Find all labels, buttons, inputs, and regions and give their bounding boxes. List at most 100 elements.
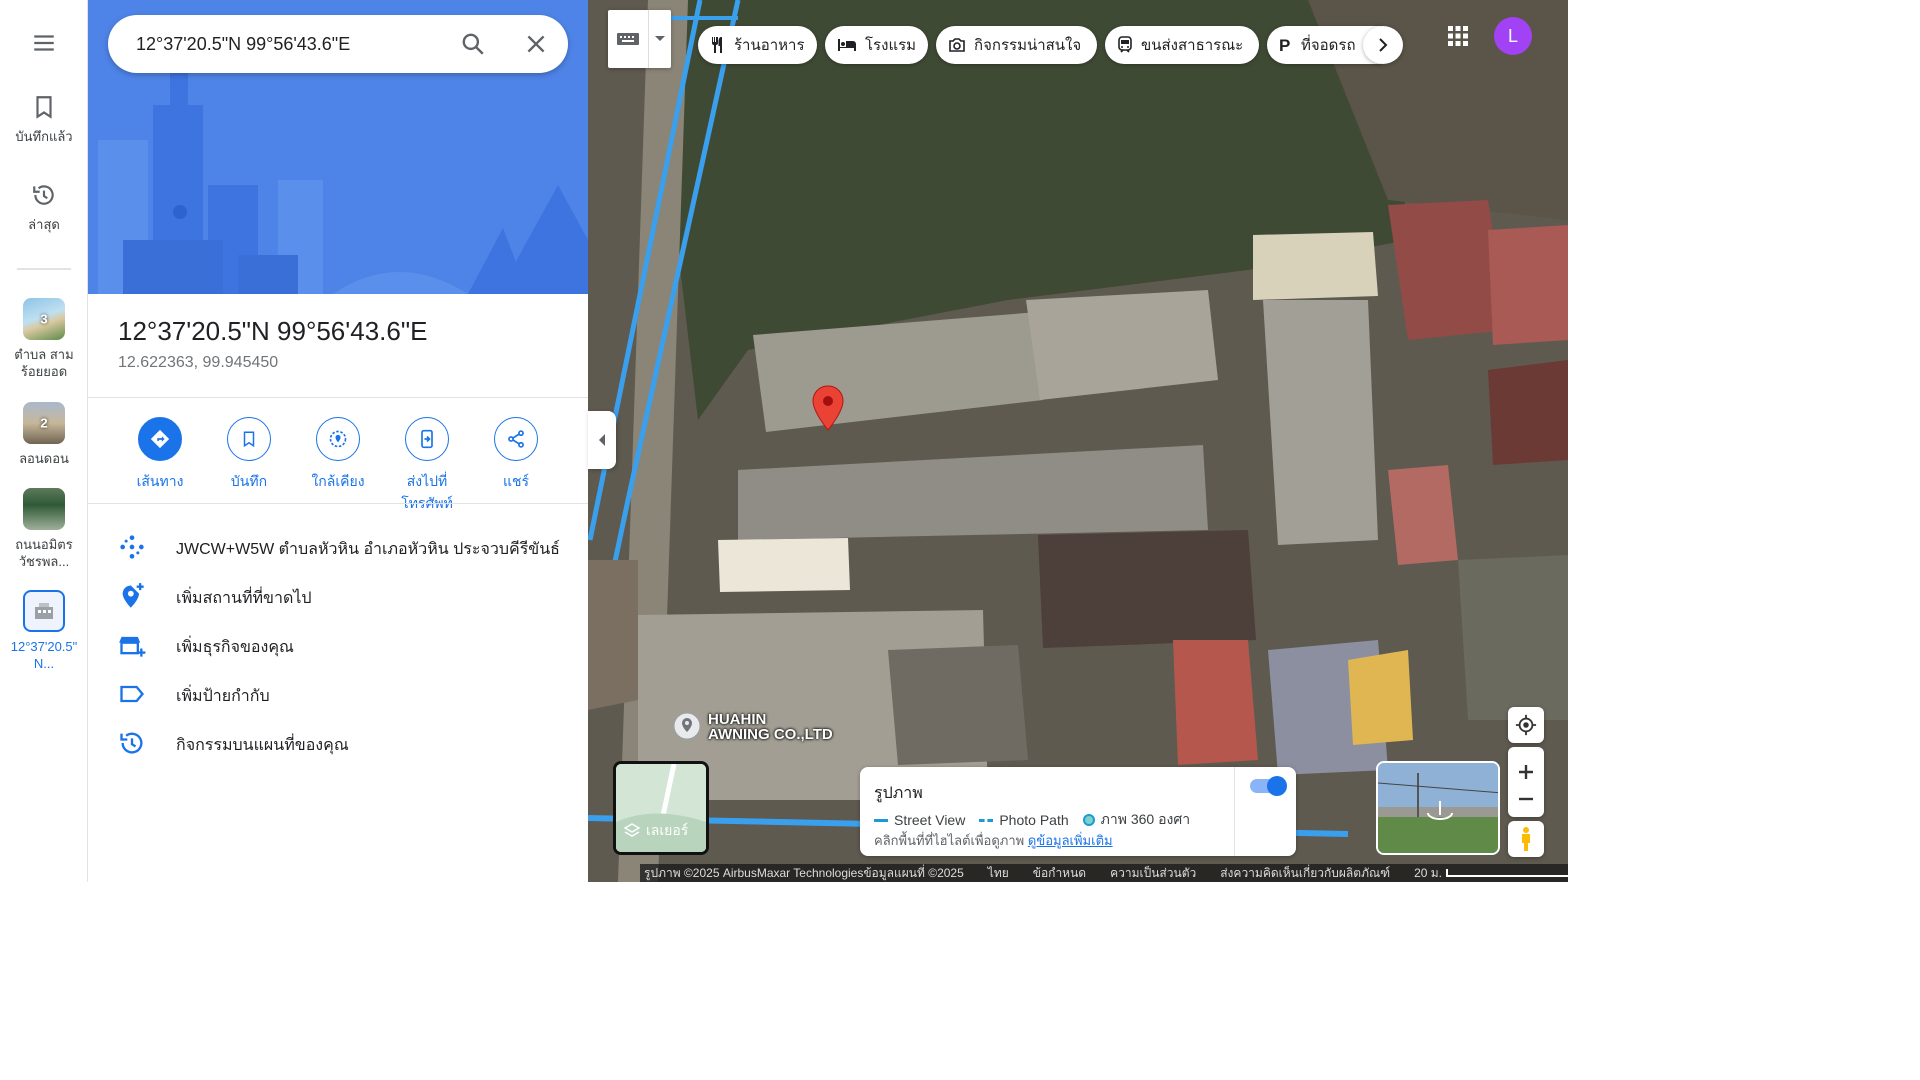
street-view-thumbnail[interactable] xyxy=(1376,761,1500,855)
chips-next-button[interactable] xyxy=(1363,26,1403,64)
history-label: ตำบล สาม ร้อยยอด xyxy=(14,347,74,379)
history-thumbnail xyxy=(23,488,65,530)
photos-layer-card: รูปภาพ Street View Photo Path ภาพ 360 อง… xyxy=(860,767,1296,856)
directions-button[interactable]: เส้นทาง xyxy=(115,417,205,493)
collapse-panel-button[interactable] xyxy=(588,411,616,469)
photos-card-title: รูปภาพ xyxy=(874,785,923,802)
search-icon[interactable] xyxy=(460,31,486,57)
zoom-out-icon[interactable] xyxy=(1517,797,1535,801)
divider xyxy=(88,397,588,398)
recent-button[interactable]: ล่าสุด xyxy=(0,182,88,233)
layers-button[interactable]: เลเยอร์ xyxy=(613,761,709,855)
map-activity-row[interactable]: กิจกรรมบนแผนที่ของคุณ xyxy=(88,719,588,767)
chip-transit[interactable]: ขนส่งสาธารณะ xyxy=(1105,26,1259,64)
apps-grid-icon[interactable] xyxy=(1448,26,1468,46)
chevron-right-icon xyxy=(1379,38,1388,52)
plus-code-row[interactable]: JWCW+W5W ตำบลหัวหิน อำเภอหัวหิน ประจวบคี… xyxy=(88,523,588,571)
scale-line xyxy=(1446,869,1568,877)
restaurant-icon xyxy=(712,37,722,53)
history-item-current[interactable]: 12°37'20.5" N... xyxy=(0,590,88,672)
save-button[interactable]: บันทึก xyxy=(204,417,294,493)
svg-text:P: P xyxy=(1279,36,1290,54)
location-pin-icon[interactable] xyxy=(810,384,846,432)
hotel-icon xyxy=(838,39,856,51)
label-icon xyxy=(120,685,145,703)
history-thumbnail: 2 xyxy=(23,402,65,444)
history-thumbnail: 3 xyxy=(23,298,65,340)
parking-icon: P xyxy=(1279,36,1290,54)
chip-hotels[interactable]: โรงแรม xyxy=(825,26,928,64)
keyboard-icon[interactable] xyxy=(616,31,640,47)
my-location-button[interactable] xyxy=(1508,707,1544,743)
account-avatar[interactable]: L xyxy=(1494,17,1532,55)
add-business-row[interactable]: เพิ่มธุรกิจของคุณ xyxy=(88,621,588,669)
satellite-imagery xyxy=(588,0,1568,882)
transit-icon xyxy=(1118,36,1132,53)
plus-code-icon xyxy=(120,535,144,559)
menu-button[interactable] xyxy=(0,30,88,59)
copyright-text: รูปภาพ ©2025 AirbusMaxar Technologiesข้อ… xyxy=(644,865,964,880)
history-label: 12°37'20.5" N... xyxy=(10,639,78,671)
photos-legend: Street View Photo Path ภาพ 360 องศา xyxy=(874,809,1190,831)
street-view-preview xyxy=(1378,763,1498,853)
saved-button[interactable]: บันทึกแล้ว xyxy=(0,94,88,145)
poi-label: HUAHIN AWNING CO.,LTD xyxy=(708,711,833,743)
add-missing-place-row[interactable]: เพิ่มสถานที่ที่ขาดไป xyxy=(88,572,588,620)
history-icon xyxy=(33,185,54,205)
learn-more-link[interactable]: ดูข้อมูลเพิ่มเติม xyxy=(1028,833,1113,848)
photo-path-swatch xyxy=(979,818,994,822)
terms-link[interactable]: ข้อกำหนด xyxy=(1033,864,1086,883)
zoom-in-icon[interactable] xyxy=(1517,763,1535,781)
share-button[interactable]: แชร์ xyxy=(471,417,561,493)
building-icon xyxy=(35,603,53,619)
nearby-icon xyxy=(329,430,347,448)
add-label-row[interactable]: เพิ่มป้ายกำกับ xyxy=(88,670,588,718)
share-icon xyxy=(508,430,524,448)
layers-icon xyxy=(624,823,640,837)
language-link[interactable]: ไทย xyxy=(988,864,1009,883)
saved-label: บันทึกแล้ว xyxy=(15,129,73,144)
photos-toggle[interactable] xyxy=(1250,776,1287,796)
bookmark-icon xyxy=(243,431,255,448)
pegman-icon xyxy=(1522,827,1530,851)
place-panel: 12°37'20.5"N 99°56'43.6"E 12.622363, 99.… xyxy=(88,0,588,882)
street-view-swatch xyxy=(874,818,888,822)
close-icon[interactable] xyxy=(523,31,549,57)
place-title: 12°37'20.5"N 99°56'43.6"E xyxy=(118,316,428,346)
hamburger-menu-icon xyxy=(34,35,54,51)
poi-marker[interactable]: HUAHIN AWNING CO.,LTD xyxy=(672,712,833,746)
search-box xyxy=(108,15,568,73)
my-location-icon xyxy=(1515,714,1537,736)
photos-hint: คลิกพื้นที่ที่ไฮไลต์เพื่อดูภาพ ดูข้อมูลเ… xyxy=(874,833,1113,848)
rail-divider xyxy=(17,268,71,270)
camera-icon xyxy=(949,38,965,52)
search-input[interactable] xyxy=(136,29,456,59)
chip-restaurants[interactable]: ร้านอาหาร xyxy=(698,26,817,64)
map-canvas[interactable]: HUAHIN AWNING CO.,LTD ร้านอาหาร โรงแรม กิ… xyxy=(588,0,1568,882)
chip-things-to-do[interactable]: กิจกรรมน่าสนใจ xyxy=(936,26,1097,64)
send-to-phone-button[interactable]: ส่งไปที่โทรศัพท์ xyxy=(382,417,472,515)
place-coordinates-decimal: 12.622363, 99.945450 xyxy=(118,354,279,371)
add-location-icon xyxy=(122,583,144,608)
bookmark-icon xyxy=(36,96,52,119)
history-item[interactable]: 3 ตำบล สาม ร้อยยอด xyxy=(0,298,88,380)
feedback-link[interactable]: ส่งความคิดเห็นเกี่ยวกับผลิตภัณฑ์ xyxy=(1220,864,1390,883)
pegman-button[interactable] xyxy=(1508,821,1544,857)
history-icon xyxy=(120,732,143,754)
privacy-link[interactable]: ความเป็นส่วนตัว xyxy=(1110,864,1196,883)
add-business-icon xyxy=(119,636,146,657)
history-item[interactable]: 2 ลอนดอน xyxy=(0,402,88,467)
left-rail: บันทึกแล้ว ล่าสุด 3 ตำบล สาม ร้อยยอด 2 ลอ… xyxy=(0,0,88,882)
chevron-down-icon[interactable] xyxy=(654,35,666,43)
divider xyxy=(88,503,588,504)
input-tools xyxy=(608,10,671,68)
history-label: ถนนอมิตร วัชรพล... xyxy=(15,537,73,569)
scale-bar[interactable]: 20 ม. xyxy=(1414,864,1568,883)
map-footer: รูปภาพ ©2025 AirbusMaxar Technologiesข้อ… xyxy=(640,864,1568,882)
history-label: ลอนดอน xyxy=(19,451,69,466)
history-item[interactable]: ถนนอมิตร วัชรพล... xyxy=(0,488,88,570)
send-to-phone-icon xyxy=(421,429,433,449)
zoom-controls xyxy=(1508,747,1544,817)
nearby-button[interactable]: ใกล้เคียง xyxy=(293,417,383,493)
recent-label: ล่าสุด xyxy=(28,217,60,232)
